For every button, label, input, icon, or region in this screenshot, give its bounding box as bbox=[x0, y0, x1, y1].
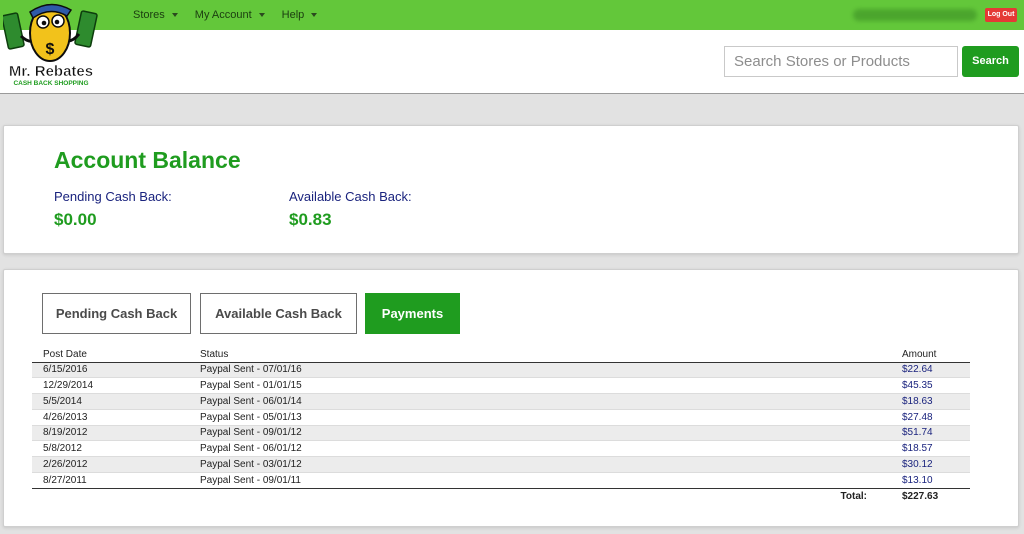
nav-help-menu[interactable]: Help bbox=[282, 9, 318, 21]
column-header-post-date: Post Date bbox=[32, 347, 189, 363]
site-header: Search bbox=[0, 30, 1024, 94]
cell-status: Paypal Sent - 06/01/14 bbox=[189, 393, 891, 410]
nav-my-account-menu[interactable]: My Account bbox=[195, 9, 265, 21]
cell-post-date: 8/19/2012 bbox=[32, 425, 189, 442]
cell-amount: $13.10 bbox=[891, 472, 970, 489]
total-label: Total: bbox=[189, 488, 891, 505]
table-row: 6/15/2016 Paypal Sent - 07/01/16 $22.64 bbox=[32, 362, 970, 379]
cell-post-date: 4/26/2013 bbox=[32, 409, 189, 426]
user-email-redacted bbox=[853, 9, 977, 21]
cell-post-date: 5/8/2012 bbox=[32, 440, 189, 457]
search-button[interactable]: Search bbox=[962, 46, 1019, 77]
column-header-amount: Amount bbox=[891, 347, 970, 363]
main-nav: Stores My Account Help bbox=[133, 0, 334, 30]
cell-status: Paypal Sent - 07/01/16 bbox=[189, 362, 891, 379]
nav-my-account-label: My Account bbox=[194, 9, 252, 21]
account-balance-card: Account Balance Pending Cash Back: $0.00… bbox=[3, 125, 1019, 254]
cell-post-date: 12/29/2014 bbox=[32, 377, 189, 394]
chevron-down-icon bbox=[258, 13, 265, 17]
chevron-down-icon bbox=[311, 13, 318, 17]
table-total-row: Total: $227.63 bbox=[32, 488, 970, 505]
cell-amount: $18.63 bbox=[891, 393, 970, 410]
cell-post-date: 8/27/2011 bbox=[32, 472, 189, 489]
cash-back-history-card: Pending Cash Back Available Cash Back Pa… bbox=[3, 269, 1019, 527]
svg-text:$: $ bbox=[46, 41, 55, 58]
cell-status: Paypal Sent - 09/01/11 bbox=[189, 472, 891, 489]
tab-pending-cash-back[interactable]: Pending Cash Back bbox=[42, 293, 191, 334]
cell-amount: $22.64 bbox=[891, 362, 970, 379]
column-header-status: Status bbox=[189, 347, 891, 363]
cell-amount: $51.74 bbox=[891, 425, 970, 442]
payments-table: Post Date Status Amount 6/15/2016 Paypal… bbox=[32, 347, 970, 505]
cell-status: Paypal Sent - 03/01/12 bbox=[189, 456, 891, 473]
total-value: $227.63 bbox=[891, 488, 970, 505]
table-header-row: Post Date Status Amount bbox=[32, 347, 970, 363]
available-cash-back-value: $0.83 bbox=[289, 210, 332, 229]
table-row: 5/8/2012 Paypal Sent - 06/01/12 $18.57 bbox=[32, 440, 970, 457]
cell-status: Paypal Sent - 05/01/13 bbox=[189, 409, 891, 426]
top-nav-bar: Stores My Account Help Log Out bbox=[0, 0, 1024, 30]
pending-cash-back-value: $0.00 bbox=[54, 210, 97, 229]
nav-stores-label: Stores bbox=[133, 9, 165, 21]
cell-status: Paypal Sent - 01/01/15 bbox=[189, 377, 891, 394]
table-row: 5/5/2014 Paypal Sent - 06/01/14 $18.63 bbox=[32, 393, 970, 410]
tab-available-cash-back[interactable]: Available Cash Back bbox=[200, 293, 357, 334]
cell-post-date: 2/26/2012 bbox=[32, 456, 189, 473]
search-input[interactable] bbox=[724, 46, 958, 77]
logo-brand-text: Mr. Rebates bbox=[9, 63, 93, 80]
tab-payments[interactable]: Payments bbox=[365, 293, 460, 334]
table-row: 12/29/2014 Paypal Sent - 01/01/15 $45.35 bbox=[32, 377, 970, 394]
available-cash-back-label: Available Cash Back: bbox=[289, 189, 412, 204]
cell-status: Paypal Sent - 09/01/12 bbox=[189, 425, 891, 442]
cell-post-date: 5/5/2014 bbox=[32, 393, 189, 410]
nav-stores-menu[interactable]: Stores bbox=[133, 9, 178, 21]
mr-rebates-logo[interactable]: $ Mr. Rebates CASH BACK SHOPPING bbox=[3, 0, 99, 90]
cell-amount: $27.48 bbox=[891, 409, 970, 426]
table-row: 4/26/2013 Paypal Sent - 05/01/13 $27.48 bbox=[32, 409, 970, 426]
table-row: 2/26/2012 Paypal Sent - 03/01/12 $30.12 bbox=[32, 456, 970, 473]
cell-status: Paypal Sent - 06/01/12 bbox=[189, 440, 891, 457]
table-row: 8/19/2012 Paypal Sent - 09/01/12 $51.74 bbox=[32, 425, 970, 442]
chevron-down-icon bbox=[171, 13, 178, 17]
logo-tagline-text: CASH BACK SHOPPING bbox=[13, 80, 88, 87]
nav-help-label: Help bbox=[281, 9, 305, 21]
cell-post-date: 6/15/2016 bbox=[32, 362, 189, 379]
table-row: 8/27/2011 Paypal Sent - 09/01/11 $13.10 bbox=[32, 472, 970, 489]
pending-cash-back-label: Pending Cash Back: bbox=[54, 189, 172, 204]
cell-amount: $45.35 bbox=[891, 377, 970, 394]
logout-button[interactable]: Log Out bbox=[985, 8, 1017, 22]
cell-amount: $30.12 bbox=[891, 456, 970, 473]
page-title: Account Balance bbox=[54, 147, 241, 173]
cell-amount: $18.57 bbox=[891, 440, 970, 457]
